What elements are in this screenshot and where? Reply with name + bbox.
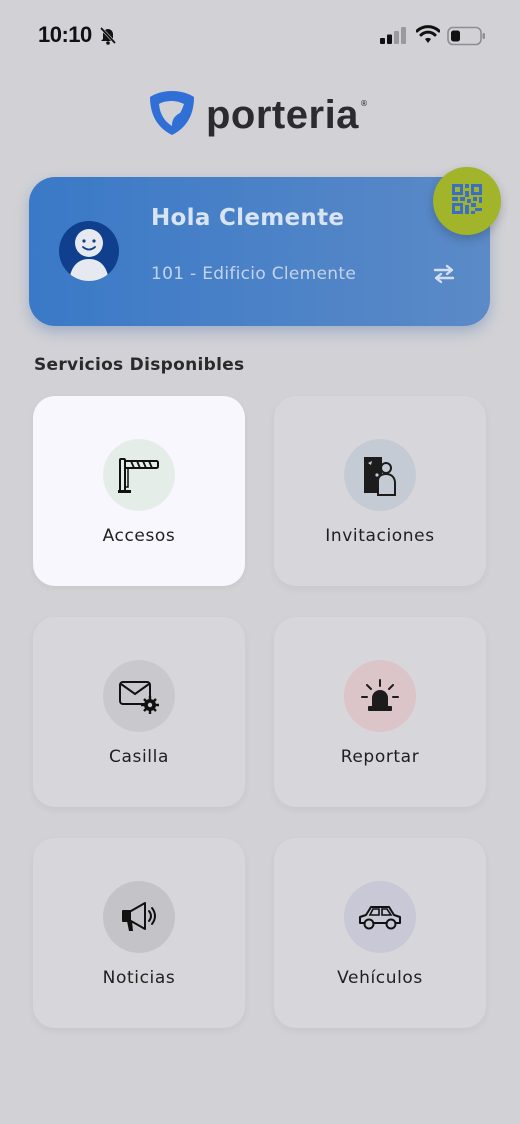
siren-icon xyxy=(344,660,416,732)
service-label: Vehículos xyxy=(337,968,423,988)
cellular-signal-icon xyxy=(380,27,407,48)
service-label: Noticias xyxy=(102,968,176,988)
service-card-accesos[interactable]: Accesos xyxy=(33,396,245,586)
status-bar: 10:10 xyxy=(0,0,520,70)
service-card-noticias[interactable]: Noticias xyxy=(33,838,245,1028)
user-unit: 101 - Edificio Clemente xyxy=(151,264,357,284)
service-label: Casilla xyxy=(109,747,169,767)
registered-mark: ® xyxy=(359,98,368,108)
service-label: Reportar xyxy=(340,747,420,767)
wifi-icon xyxy=(415,24,441,48)
service-card-invitaciones[interactable]: Invitaciones xyxy=(274,396,486,586)
door-visitor-icon xyxy=(344,439,416,511)
bell-muted-icon xyxy=(98,25,118,49)
battery-icon xyxy=(447,26,487,50)
service-label: Invitaciones xyxy=(325,526,435,546)
service-label: Accesos xyxy=(102,526,176,546)
user-greeting: Hola Clemente xyxy=(151,205,345,231)
mail-settings-icon xyxy=(103,660,175,732)
porteria-shield-icon xyxy=(148,89,196,141)
service-card-reportar[interactable]: Reportar xyxy=(274,617,486,807)
avatar xyxy=(59,221,119,281)
user-profile-card[interactable]: Hola Clemente 101 - Edificio Clemente xyxy=(29,177,490,326)
service-card-casilla[interactable]: Casilla xyxy=(33,617,245,807)
qr-code-icon xyxy=(451,183,483,219)
qr-code-button[interactable] xyxy=(433,167,501,235)
app-logo: porteria ® xyxy=(148,90,368,140)
megaphone-icon xyxy=(103,881,175,953)
service-card-vehiculos[interactable]: Vehículos xyxy=(274,838,486,1028)
services-title: Servicios Disponibles xyxy=(34,355,245,375)
barrier-gate-icon xyxy=(103,439,175,511)
status-time: 10:10 xyxy=(38,22,92,47)
swap-arrows-icon[interactable] xyxy=(431,263,457,289)
car-icon xyxy=(344,881,416,953)
brand-name: porteria xyxy=(206,93,359,137)
